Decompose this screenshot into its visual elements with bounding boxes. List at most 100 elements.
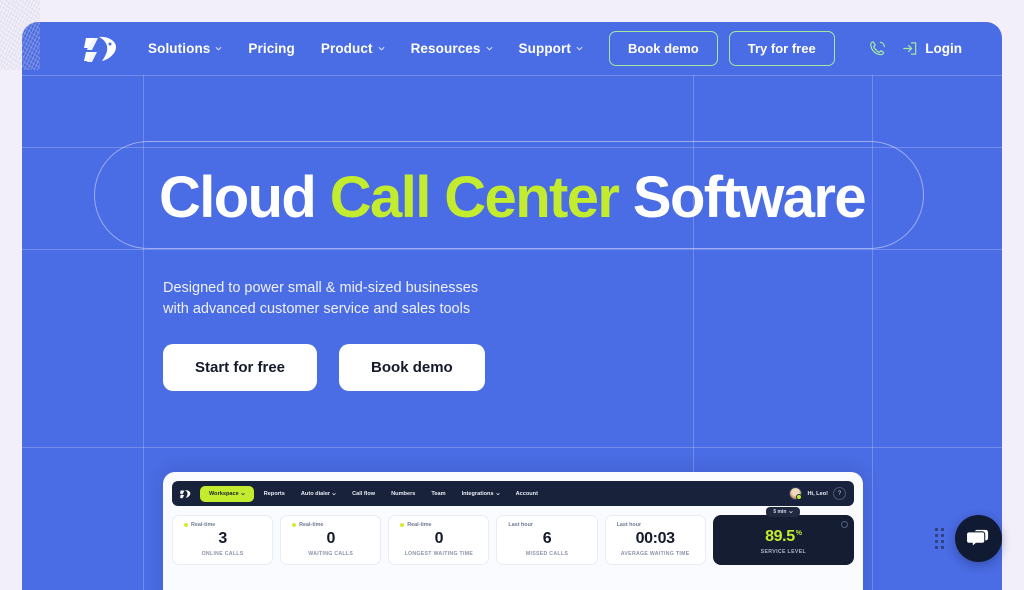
info-icon[interactable] [840, 521, 848, 528]
dashboard-nav-label: Call flow [352, 490, 376, 497]
kpi-card-waiting-calls: Real-time 0 WAITING CALLS [280, 515, 382, 565]
phone-call-icon[interactable] [868, 39, 887, 58]
hero-subtitle: Designed to power small & mid-sized busi… [163, 278, 478, 320]
kpi-card-average-waiting-time: Last hour 00:03 AVERAGE WAITING TIME [604, 515, 706, 565]
hero-panel: Solutions Pricing Product Resources Supp… [22, 22, 1002, 590]
dashboard-greeting: Hi, Leo! [807, 490, 828, 497]
nav-right-group: Login [868, 39, 962, 58]
top-navigation-bar: Solutions Pricing Product Resources Supp… [22, 22, 1002, 75]
dashboard-nav-label: Workspace [209, 490, 239, 497]
dashboard-nav-right: Hi, Leo! ? [789, 487, 846, 500]
service-level-period-select[interactable]: 5 min [766, 507, 801, 517]
kpi-period-label: Real-time [407, 522, 432, 528]
kpi-card-online-calls: Real-time 3 ONLINE CALLS [172, 515, 274, 565]
nav-link-resources[interactable]: Resources [411, 41, 493, 56]
dashboard-logo-icon [180, 489, 191, 498]
chevron-down-icon [789, 511, 794, 514]
kpi-value: 3 [218, 530, 227, 547]
kpi-value: 0 [434, 530, 444, 547]
hero-cta-group: Start for free Book demo [163, 344, 485, 391]
chevron-down-icon [241, 492, 245, 495]
dashboard-nav-label: Numbers [391, 490, 416, 497]
kpi-card-row: Real-time 3 ONLINE CALLS Real-time 0 WAI… [172, 507, 854, 565]
dashboard-nav-label: Account [515, 490, 538, 497]
service-level-value: 89.5% [713, 528, 854, 546]
headline-accent: Call Center [329, 165, 620, 230]
dashboard-nav-label: Integrations [461, 490, 494, 497]
kpi-card-missed-calls: Last hour 6 MISSED CALLS [496, 515, 598, 565]
dashboard-nav-auto-dialer[interactable]: Auto dialer [295, 487, 342, 501]
dashboard-nav-call-flow[interactable]: Call flow [346, 487, 381, 501]
nav-link-label: Solutions [148, 41, 211, 56]
realtime-dot-icon [400, 523, 405, 527]
grid-line-horizontal [22, 447, 1002, 448]
avatar[interactable] [789, 487, 803, 500]
kpi-label: ONLINE CALLS [201, 551, 244, 557]
grid-line-horizontal [22, 75, 1002, 76]
subtitle-line-1: Designed to power small & mid-sized busi… [163, 280, 479, 296]
realtime-dot-icon [292, 523, 297, 527]
dashboard-preview: Workspace Reports Auto dialer Call flow … [163, 472, 863, 590]
kpi-value: 6 [542, 530, 552, 547]
nav-link-label: Pricing [248, 41, 295, 56]
dashboard-nav-bar: Workspace Reports Auto dialer Call flow … [172, 481, 854, 506]
kpi-label: MISSED CALLS [525, 551, 569, 557]
headline-part-2: Software [618, 165, 867, 230]
kpi-period-label: Real-time [299, 522, 324, 528]
service-level-label: SERVICE LEVEL [760, 549, 807, 555]
service-level-number: 89.5 [765, 528, 795, 545]
dashboard-nav-label: Reports [263, 490, 285, 497]
dashboard-nav-workspace[interactable]: Workspace [200, 485, 254, 502]
chat-bubbles-icon[interactable] [955, 515, 1002, 562]
subtitle-line-2: with advanced customer service and sales… [163, 301, 471, 317]
dashboard-nav-team[interactable]: Team [425, 487, 451, 501]
nav-link-label: Product [320, 41, 373, 56]
dashboard-nav-reports[interactable]: Reports [258, 487, 291, 501]
service-level-card: 89.5% SERVICE LEVEL [712, 515, 854, 565]
kpi-card-longest-waiting-time: Real-time 0 LONGEST WAITING TIME [388, 515, 490, 565]
kpi-label: AVERAGE WAITING TIME [620, 551, 690, 557]
kpi-label: LONGEST WAITING TIME [404, 551, 474, 557]
kpi-period: Real-time [400, 522, 484, 528]
dashboard-nav-numbers[interactable]: Numbers [385, 487, 421, 501]
nav-link-product[interactable]: Product [321, 41, 385, 56]
nav-link-label: Support [518, 41, 571, 56]
chevron-down-icon [332, 492, 336, 495]
dashboard-nav-account[interactable]: Account [510, 487, 544, 501]
book-demo-cta-button[interactable]: Book demo [339, 344, 485, 391]
kpi-period: Last hour [617, 522, 701, 528]
service-level-wrapper: 5 min 89.5% SERVICE LEVEL [712, 507, 854, 565]
start-for-free-button[interactable]: Start for free [163, 344, 318, 391]
chevron-down-icon [486, 46, 493, 51]
nav-link-pricing[interactable]: Pricing [248, 41, 294, 56]
nav-links: Solutions Pricing Product Resources Supp… [148, 41, 583, 56]
chevron-down-icon [576, 46, 583, 51]
page-title: Cloud Call Center Software [22, 165, 1002, 232]
kpi-value: 0 [326, 530, 335, 547]
chat-widget [935, 515, 1002, 562]
dashboard-nav-label: Team [431, 490, 446, 497]
nav-link-support[interactable]: Support [519, 41, 583, 56]
help-icon[interactable]: ? [833, 487, 846, 500]
nav-link-solutions[interactable]: Solutions [148, 41, 222, 56]
kpi-period: Real-time [292, 522, 376, 528]
nav-action-buttons: Book demo Try for free [608, 31, 835, 66]
chat-bubbles-glyph [966, 529, 989, 548]
kpi-period-label: Last hour [616, 522, 642, 528]
page-root: Solutions Pricing Product Resources Supp… [0, 0, 1024, 590]
nav-link-label: Resources [410, 41, 481, 56]
kpi-period-label: Real-time [191, 522, 216, 528]
kpi-period: Real-time [184, 522, 268, 528]
kpi-period: Last hour [508, 522, 592, 528]
service-level-unit: % [795, 529, 802, 537]
grid-line-horizontal [22, 249, 1002, 250]
drag-dots-icon[interactable] [935, 528, 944, 549]
login-group[interactable]: Login [901, 40, 962, 57]
dashboard-nav-label: Auto dialer [300, 490, 331, 497]
kpi-label: WAITING CALLS [308, 551, 354, 557]
try-for-free-button[interactable]: Try for free [728, 31, 835, 66]
book-demo-button[interactable]: Book demo [608, 31, 718, 66]
bird-head-logo[interactable] [84, 34, 118, 64]
dashboard-nav-integrations[interactable]: Integrations [456, 487, 506, 501]
realtime-dot-icon [184, 523, 188, 527]
